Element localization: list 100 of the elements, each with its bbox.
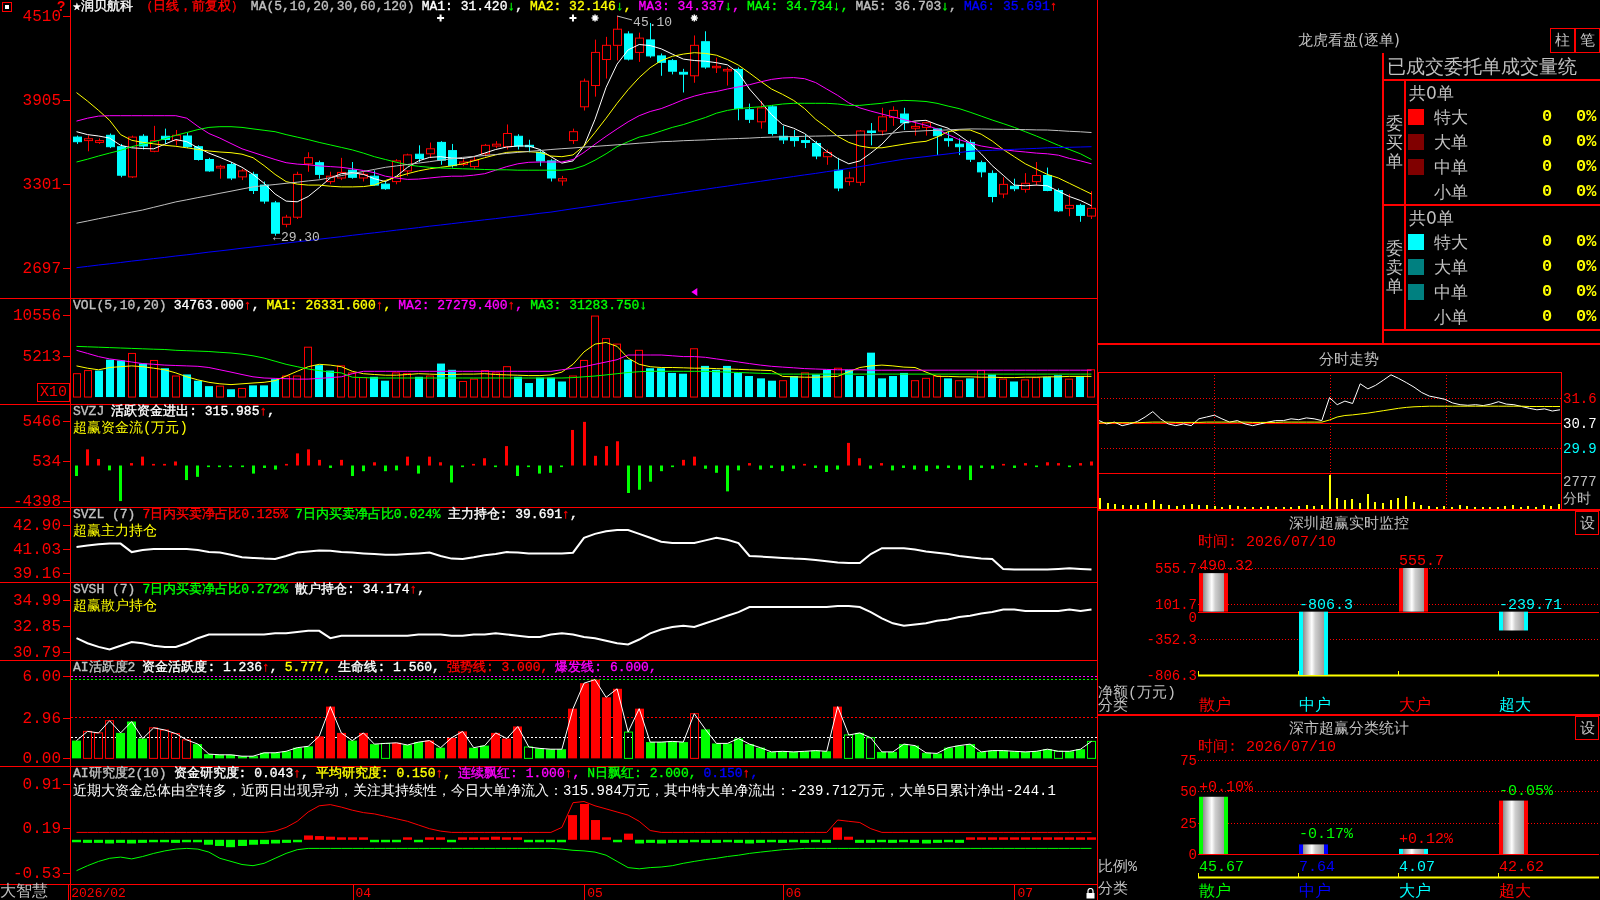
y-axis-label: 29.9: [1563, 441, 1597, 458]
candle: [216, 164, 225, 180]
y-axis-label: 42.90: [13, 516, 61, 535]
candle: [834, 157, 843, 192]
candle: [999, 176, 1008, 199]
bar: [1499, 800, 1528, 854]
settings-button[interactable]: 设: [1575, 716, 1599, 740]
order-count: 0: [1542, 281, 1554, 302]
panel-title: 龙虎看盘(逐单): [1298, 30, 1400, 50]
candle: [602, 36, 611, 80]
y-axis-label: 75: [1180, 754, 1197, 769]
y-axis-label: -0.53: [13, 864, 61, 883]
time-axis-label: 06: [785, 886, 802, 900]
y-axis-label: 10556: [13, 306, 61, 325]
candle: [481, 143, 490, 157]
candle: [845, 171, 854, 187]
category-label: 超大: [1499, 697, 1531, 714]
price-label: ←29.30: [273, 229, 320, 245]
price-label: 45.10: [633, 15, 673, 30]
order-share: 0%: [1576, 281, 1598, 302]
candle: [955, 137, 964, 156]
candle: [977, 160, 986, 178]
candle: [315, 160, 324, 180]
change-label: +0.10%: [1199, 779, 1253, 795]
candle: [823, 149, 832, 166]
y-axis-label: 30.7: [1563, 416, 1597, 432]
period-label: 分时: [1563, 491, 1592, 508]
candle: [514, 133, 523, 150]
candle: [392, 158, 401, 185]
timestamp: 时间: 2026/07/10: [1198, 534, 1337, 550]
candle: [183, 132, 192, 149]
order-total: 共0单: [1409, 82, 1454, 103]
candle: [558, 175, 567, 187]
order-count: 0: [1542, 131, 1554, 152]
order-size-label: 大单: [1434, 131, 1469, 152]
bar: [1399, 568, 1428, 612]
candle: [679, 68, 688, 93]
order-size-label: 小单: [1434, 306, 1469, 327]
legend-item: MA5: 36.703↓,: [855, 0, 957, 14]
order-size-label: 特大: [1434, 231, 1469, 252]
candle: [878, 107, 887, 137]
y-axis-label: 34.99: [13, 591, 61, 610]
pane-subtitle: 超赢散户持仓: [73, 598, 157, 614]
unit-label: X10: [37, 383, 70, 402]
order-share: 0%: [1576, 306, 1598, 327]
bar: [1199, 796, 1228, 854]
candle: [503, 123, 512, 150]
data-label: 42.62: [1499, 859, 1544, 876]
order-count: 0: [1542, 106, 1554, 127]
order-count: 0: [1542, 156, 1554, 177]
candle: [326, 171, 335, 185]
candle: [459, 158, 468, 167]
candle: [580, 78, 589, 112]
pane-subtitle: 超赢资金流(万元): [73, 420, 188, 436]
candle: [933, 128, 942, 156]
y-axis-label: 2.96: [22, 709, 61, 728]
bar: [1199, 573, 1228, 612]
candle: [900, 107, 909, 131]
legend-item: MA3: 34.337↓,: [638, 0, 740, 14]
settings-button[interactable]: 设: [1575, 511, 1599, 535]
mode-button[interactable]: 笔: [1575, 28, 1600, 53]
category-label: 中户: [1299, 697, 1331, 714]
panel-title: 分时走势: [1319, 348, 1379, 369]
y-axis-label: 41.03: [13, 541, 61, 560]
candle: [734, 66, 743, 121]
candle: [238, 168, 247, 181]
legend-item: （日线，前复权）: [139, 0, 244, 14]
order-share: 0%: [1576, 131, 1598, 152]
candle: [635, 32, 644, 63]
order-share: 0%: [1576, 106, 1598, 127]
order-count: 0: [1542, 231, 1554, 252]
legend-item: 7日内买卖净占比0.272%: [142, 583, 289, 597]
candle: [359, 171, 368, 182]
y-axis-label: 3301: [22, 176, 61, 195]
candle: [1043, 167, 1052, 192]
y-axis-label: 555.7: [1155, 561, 1197, 577]
data-label: -806.3: [1299, 596, 1353, 614]
legend-item: 连续飘红: 1.000↑,: [458, 767, 581, 781]
y-axis-label: 39.16: [13, 565, 61, 582]
analysis-note: 近期大资金总体由空转多，近两日出现异动，关注其持续性，今日大单净流入：315.984万元，其中特大单净流出：-239.712万元，大单5日累计净出-244.1: [73, 783, 1056, 799]
legend-item: MA(5,10,20,30,60,120): [250, 0, 415, 14]
candle: [194, 144, 203, 162]
square-icon: [2, 2, 12, 12]
y-axis-label: 0: [1188, 847, 1197, 863]
candle: [293, 171, 302, 220]
data-label: 490.32: [1199, 558, 1253, 576]
y-axis-label: 534: [32, 453, 61, 472]
candle: [701, 30, 710, 70]
candle: [690, 34, 699, 84]
candle: [988, 169, 997, 203]
legend-item: MA2: 32.146↓,: [530, 0, 632, 14]
legend-item: SVSH (7): [73, 583, 136, 597]
axis-title: 分类: [1098, 881, 1128, 898]
candle: [712, 57, 721, 74]
legend-item: 平均研究度: 0.150↑,: [315, 767, 452, 781]
order-size-label: 中单: [1434, 281, 1469, 302]
data-label: 45.67: [1199, 859, 1244, 876]
data-label: 555.7: [1399, 553, 1444, 570]
candle: [657, 53, 666, 77]
mode-button[interactable]: 柱: [1550, 28, 1575, 53]
